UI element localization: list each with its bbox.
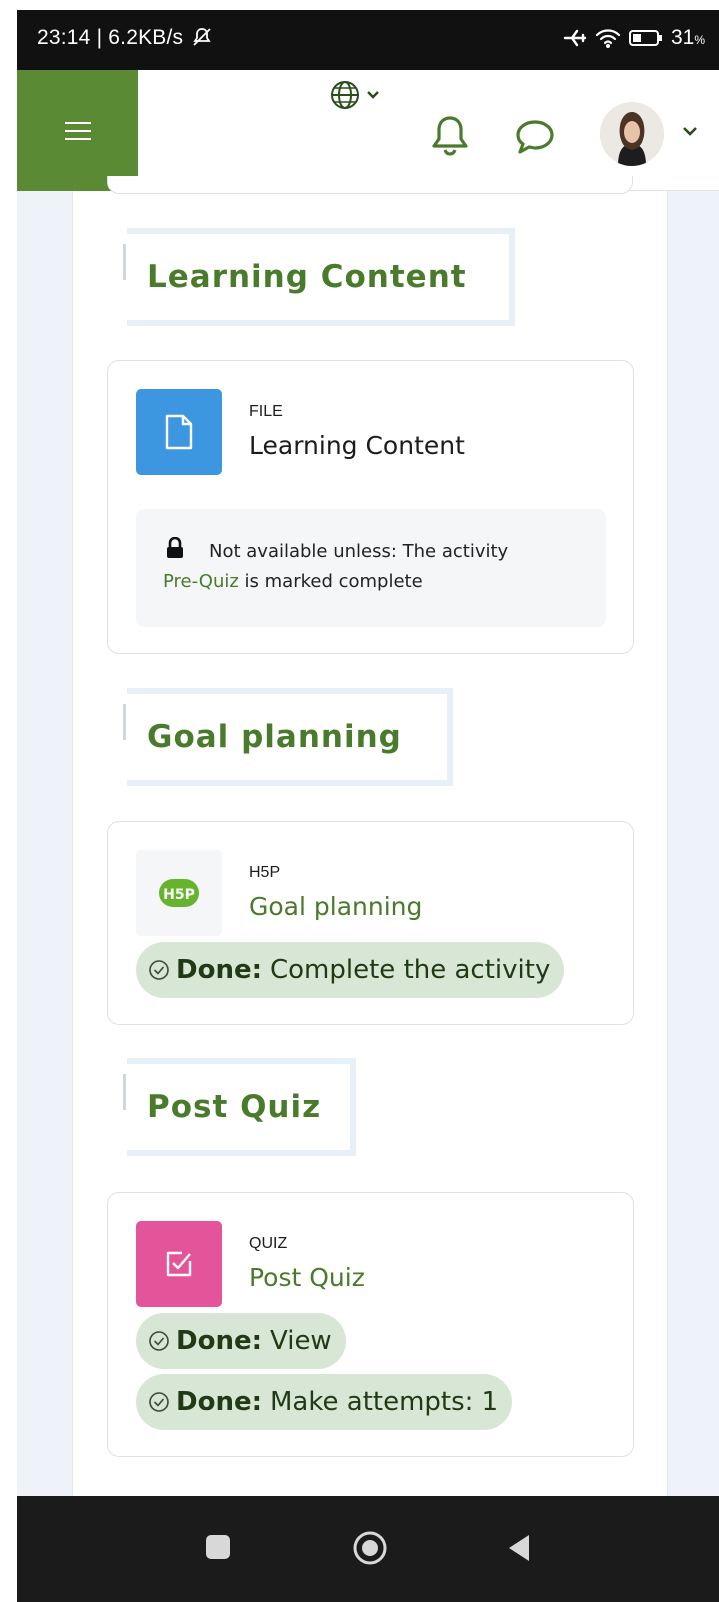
completion-badge: Done: Complete the activity [136, 942, 565, 998]
back-triangle-icon [509, 1535, 529, 1561]
messages-button[interactable] [514, 118, 556, 156]
system-navigation-bar [17, 1496, 719, 1602]
section-header-learning-content[interactable]: Learning Content [123, 228, 515, 326]
section-title: Post Quiz [147, 1089, 322, 1125]
completion-badge: Done: Make attempts: 1 [136, 1374, 513, 1430]
completion-text: View [270, 1326, 332, 1356]
hamburger-icon [64, 121, 91, 140]
restriction-text-2: Pre-Quiz is marked complete [163, 571, 423, 592]
lock-icon [167, 537, 183, 558]
activity-card-file: FILE Learning Content Not available unle… [107, 360, 634, 654]
section-title: Goal planning [147, 719, 402, 755]
pre-quiz-link[interactable]: Pre-Quiz [163, 571, 239, 592]
completion-status: Done: [176, 1387, 262, 1417]
h5p-icon: H5P [136, 850, 222, 936]
battery-level: 31% [670, 26, 705, 49]
status-indicators: 31% [563, 26, 705, 50]
check-circle-icon [148, 1391, 170, 1413]
section-title: Learning Content [147, 259, 467, 295]
chevron-down-icon[interactable] [681, 124, 699, 138]
activity-type: QUIZ [249, 1235, 288, 1252]
check-circle-icon [148, 959, 170, 981]
language-menu[interactable] [330, 78, 386, 112]
home-button[interactable] [351, 1529, 389, 1567]
quiz-icon [136, 1221, 222, 1307]
restriction-suffix: is marked complete [244, 571, 423, 592]
activity-link[interactable]: Post Quiz [249, 1263, 365, 1292]
notifications-button[interactable] [430, 114, 470, 156]
activity-card-h5p: H5P H5P Goal planning Done: Complete the… [107, 821, 634, 1025]
activity-type: H5P [249, 864, 281, 881]
file-icon [136, 389, 222, 475]
battery-icon [628, 30, 662, 46]
airplane-icon [563, 29, 587, 47]
status-time-speed: 23:14 | 6.2KB/s [37, 26, 213, 50]
globe-icon [331, 81, 379, 109]
bell-icon [432, 116, 468, 156]
activity-name: Learning Content [249, 431, 465, 460]
access-restriction: Not available unless: The activity Pre-Q… [136, 509, 606, 627]
do-not-disturb-icon [193, 28, 211, 46]
restriction-text: Not available unless: The activity [209, 541, 509, 562]
recents-button[interactable] [203, 1532, 233, 1562]
completion-status: Done: [176, 955, 262, 985]
previous-activity-card [107, 176, 633, 194]
activity-card-quiz: QUIZ Post Quiz Done: View Done: Make att… [107, 1192, 634, 1457]
section-header-goal-planning[interactable]: Goal planning [123, 688, 453, 786]
square-icon [206, 1535, 230, 1559]
activity-type: FILE [249, 403, 283, 420]
status-bar: 23:14 | 6.2KB/s 31% [17, 10, 719, 70]
svg-text:H5P: H5P [163, 887, 195, 903]
section-header-post-quiz[interactable]: Post Quiz [123, 1058, 356, 1156]
user-photo [600, 102, 664, 166]
menu-button[interactable] [17, 70, 138, 191]
completion-text: Complete the activity [270, 955, 551, 985]
chat-icon [516, 120, 554, 154]
completion-status: Done: [176, 1326, 262, 1356]
completion-badge: Done: View [136, 1313, 346, 1369]
avatar[interactable] [600, 102, 664, 166]
check-circle-icon [148, 1330, 170, 1352]
app-header [17, 70, 719, 191]
wifi-icon [595, 29, 621, 48]
activity-link[interactable]: Goal planning [249, 892, 422, 921]
back-button[interactable] [505, 1532, 533, 1564]
completion-text: Make attempts: 1 [270, 1387, 499, 1417]
circle-icon [353, 1531, 387, 1565]
